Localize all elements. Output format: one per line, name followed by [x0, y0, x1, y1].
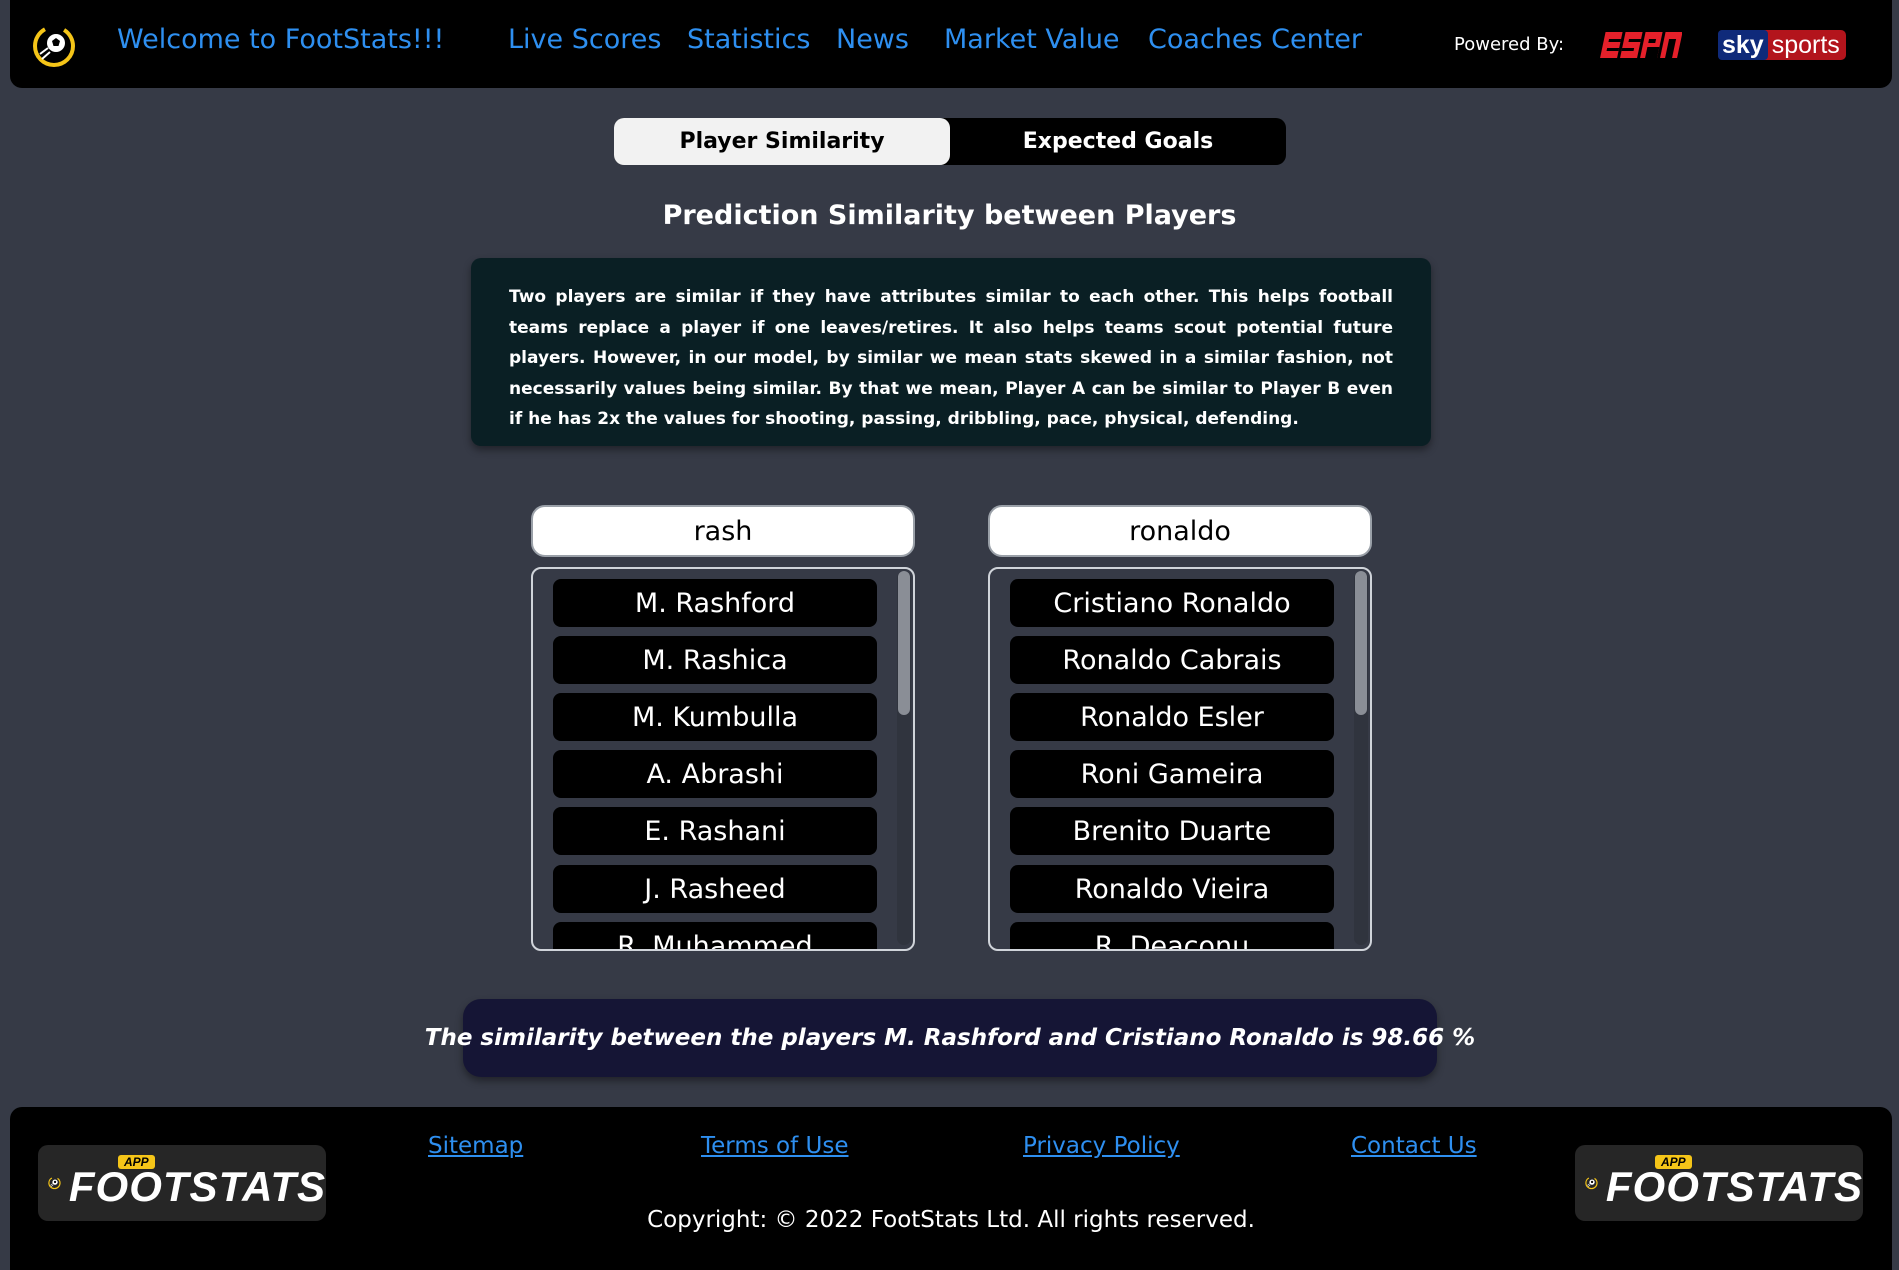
- player-a-search-input[interactable]: [531, 505, 915, 557]
- player-b-results-list[interactable]: Cristiano Ronaldo Ronaldo Cabrais Ronald…: [988, 567, 1372, 951]
- logo-wordmark: FOOTSTATS: [68, 1163, 326, 1210]
- player-b-result-2[interactable]: Ronaldo Cabrais: [1010, 636, 1334, 684]
- player-a-scrollbar-thumb[interactable]: [898, 571, 910, 715]
- powered-by-label: Powered By:: [1454, 34, 1565, 55]
- player-a-result-4[interactable]: A. Abrashi: [553, 750, 877, 798]
- nav-news[interactable]: News: [836, 24, 909, 55]
- player-a-results-list[interactable]: M. Rashford M. Rashica M. Kumbulla A. Ab…: [531, 567, 915, 951]
- nav-live-scores[interactable]: Live Scores: [508, 24, 661, 55]
- footer-logo-right[interactable]: APP FOOTSTATS: [1575, 1145, 1863, 1221]
- top-navbar: Welcome to FootStats!!! Live Scores Stat…: [10, 0, 1892, 88]
- footer-link-contact[interactable]: Contact Us: [1351, 1133, 1477, 1159]
- player-b-result-3[interactable]: Ronaldo Esler: [1010, 693, 1334, 741]
- player-b-search-input[interactable]: [988, 505, 1372, 557]
- footstats-logo-icon[interactable]: [32, 24, 76, 68]
- player-a-result-7[interactable]: R. Muhammed: [553, 922, 877, 949]
- nav-coaches-center[interactable]: Coaches Center: [1148, 24, 1362, 55]
- nav-market-value[interactable]: Market Value: [944, 24, 1120, 55]
- similarity-result: The similarity between the players M. Ra…: [425, 999, 1475, 1077]
- player-a-scrollbar[interactable]: [897, 571, 911, 945]
- player-b-result-6[interactable]: Ronaldo Vieira: [1010, 865, 1334, 913]
- footer-link-sitemap[interactable]: Sitemap: [428, 1133, 523, 1159]
- footer-link-terms[interactable]: Terms of Use: [701, 1133, 849, 1159]
- player-a-result-1[interactable]: M. Rashford: [553, 579, 877, 627]
- player-a-result-3[interactable]: M. Kumbulla: [553, 693, 877, 741]
- welcome-link[interactable]: Welcome to FootStats!!!: [117, 24, 444, 55]
- description-text: Two players are similar if they have att…: [509, 287, 1393, 429]
- footstats-logo-icon: [1585, 1176, 1598, 1190]
- mode-tabs: Player Similarity Expected Goals: [614, 118, 1286, 165]
- tab-player-similarity[interactable]: Player Similarity: [614, 118, 950, 165]
- player-b-result-1[interactable]: Cristiano Ronaldo: [1010, 579, 1334, 627]
- page-title: Prediction Similarity between Players: [662, 200, 1237, 231]
- player-a-result-6[interactable]: J. Rasheed: [553, 865, 877, 913]
- logo-wordmark: FOOTSTATS: [1605, 1163, 1863, 1210]
- player-b-result-4[interactable]: Roni Gameira: [1010, 750, 1334, 798]
- player-a-result-5[interactable]: E. Rashani: [553, 807, 877, 855]
- tab-expected-goals[interactable]: Expected Goals: [950, 118, 1286, 165]
- footstats-logo-icon: [48, 1176, 61, 1190]
- nav-statistics[interactable]: Statistics: [687, 24, 810, 55]
- footer: APP FOOTSTATS Sitemap Terms of Use Priva…: [10, 1107, 1892, 1270]
- footer-link-privacy[interactable]: Privacy Policy: [1023, 1133, 1180, 1159]
- sky-sports-logo[interactable]: sky sports: [1718, 30, 1846, 60]
- description-box: Two players are similar if they have att…: [471, 258, 1431, 446]
- player-b-scrollbar[interactable]: [1354, 571, 1368, 945]
- player-b-result-5[interactable]: Brenito Duarte: [1010, 807, 1334, 855]
- player-b-scrollbar-thumb[interactable]: [1355, 571, 1367, 715]
- player-a-result-2[interactable]: M. Rashica: [553, 636, 877, 684]
- espn-logo[interactable]: [1600, 30, 1682, 60]
- player-b-result-7[interactable]: R. Deaconu: [1010, 922, 1334, 949]
